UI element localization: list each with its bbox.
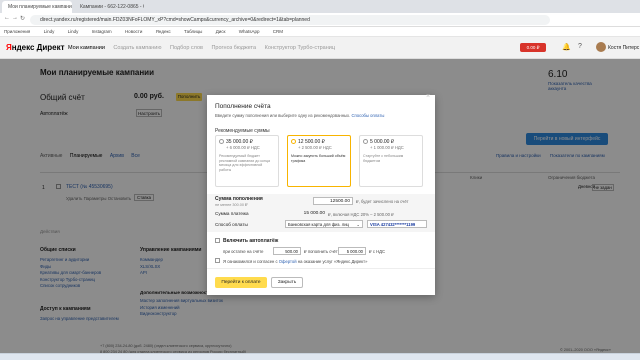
radio-icon — [363, 139, 368, 145]
os-taskbar — [0, 353, 640, 360]
autopay-min-input[interactable]: 500.00 — [273, 247, 301, 255]
payment-methods-link[interactable]: Способы оплаты — [351, 113, 384, 118]
autopay-amount-input[interactable]: 5 000.00 — [338, 247, 366, 255]
footer-divider — [207, 268, 435, 269]
pay-value: 15 000.00 — [303, 211, 325, 216]
reload-icon[interactable]: ↻ — [20, 15, 25, 22]
forward-icon[interactable]: → — [12, 15, 18, 21]
sum-hint: не менее 300.00 ₽ — [215, 203, 248, 207]
amount-card[interactable]: 5 000.00 ₽ + 1 000.00 ₽ НДС Стартуйте с … — [359, 135, 423, 187]
nav-my-campaigns[interactable]: Мои кампании — [68, 45, 105, 51]
bookmark[interactable]: Lindy — [44, 29, 55, 34]
topup-dialog: × Пополнение счёта Введите сумму пополне… — [207, 93, 435, 295]
offer-text: Я ознакомился и согласен с Офертой на ок… — [223, 259, 367, 264]
autopay-title: Включить автоплатёж — [223, 238, 279, 244]
subtitle-text: Введите сумму пополнения или выберите од… — [215, 113, 351, 118]
pay-label: Сумма платежа — [215, 211, 249, 216]
radio-selected-icon — [291, 139, 296, 145]
bookmark[interactable]: Приложения — [4, 29, 30, 34]
recommended-label: Рекомендуемые суммы — [215, 128, 270, 134]
bookmarks-bar: Приложения Lindy Lindy Instagram Новости… — [0, 27, 640, 37]
autopay-line: при остатке на счёте — [223, 249, 264, 254]
nav-keyword-tool[interactable]: Подбор слов — [170, 45, 203, 51]
method-select[interactable]: Банковская карта для физ. лиц ⌄ — [285, 220, 363, 228]
bookmark[interactable]: Таблицы — [184, 29, 202, 34]
radio-icon — [219, 139, 224, 145]
autopay-checkbox[interactable] — [215, 238, 220, 243]
method-value: Банковская карта для физ. лиц — [288, 222, 349, 227]
browser-tab-strip: Мои планируемые кампании Кампании - 662-… — [0, 0, 640, 13]
bell-icon[interactable]: 🔔 — [562, 43, 571, 51]
card-select[interactable]: VISA 427432*******1199 — [367, 220, 427, 228]
help-icon[interactable]: ? — [578, 43, 582, 50]
bookmark[interactable]: CRM — [273, 29, 283, 34]
nav-turbo-builder[interactable]: Конструктор Турбо-страниц — [265, 45, 335, 51]
offer-link[interactable]: Офертой — [279, 259, 297, 264]
sum-note: ₽, будет зачислено на счёт — [356, 199, 409, 204]
amount-card-selected[interactable]: 12 500.00 ₽ + 2 500.00 ₽ НДС Можно закуп… — [287, 135, 351, 187]
user-name[interactable]: Костя Питерс — [608, 45, 639, 51]
bookmark[interactable]: Lindy — [68, 29, 79, 34]
card-vat: + 6 000.00 ₽ НДС — [226, 145, 260, 150]
bookmark[interactable]: Новости — [125, 29, 142, 34]
close-icon[interactable]: × — [426, 93, 430, 100]
browser-tab-active[interactable]: Мои планируемые кампании — [2, 1, 72, 13]
yandex-direct-logo[interactable]: Яндекс Директ — [6, 43, 65, 52]
bookmark[interactable]: Яндекс — [156, 29, 171, 34]
main-nav: Мои кампании Создать кампанию Подбор сло… — [68, 45, 342, 51]
nav-create-campaign[interactable]: Создать кампанию — [113, 45, 161, 51]
proceed-to-payment-button[interactable]: Перейти к оплате — [215, 277, 267, 288]
bookmark[interactable]: Диск — [216, 29, 226, 34]
dialog-title: Пополнение счёта — [215, 103, 271, 110]
url-field[interactable]: direct.yandex.ru/registered/main.FDZ03NF… — [30, 15, 550, 25]
offer-checkbox[interactable] — [215, 258, 220, 263]
card-description: Стартуйте с небольшим бюджетом — [363, 154, 404, 163]
offer-suffix: на оказание услуг «Яндекс.Директ» — [297, 259, 368, 264]
browser-tab[interactable]: Кампании - 662-122-0865 - Go — [74, 1, 144, 13]
card-description: Рекомендуемый бюджет рекламной кампании … — [219, 154, 270, 172]
bookmark[interactable]: Instagram — [92, 29, 112, 34]
address-bar-row: ← → ↻ direct.yandex.ru/registered/main.F… — [0, 13, 640, 27]
card-value: VISA 427432*******1199 — [370, 222, 416, 227]
dialog-subtitle: Введите сумму пополнения или выберите од… — [215, 113, 384, 118]
back-icon[interactable]: ← — [4, 15, 10, 21]
avatar[interactable] — [596, 42, 606, 52]
chevron-down-icon: ⌄ — [356, 222, 360, 227]
close-button[interactable]: Закрыть — [271, 277, 303, 288]
balance-badge[interactable]: 0.00 ₽ — [520, 43, 546, 52]
card-vat: + 1 000.00 ₽ НДС — [370, 145, 404, 150]
app-header: Яндекс Директ Мои кампании Создать кампа… — [0, 37, 640, 59]
card-vat: + 2 500.00 ₽ НДС — [298, 145, 332, 150]
amount-card[interactable]: 35 000.00 ₽ + 6 000.00 ₽ НДС Рекомендуем… — [215, 135, 279, 187]
pay-note: ₽, включая НДС 20% – 2 500.00 ₽ — [328, 212, 394, 217]
method-label: Способ оплаты — [215, 222, 248, 227]
card-description: Можно закупить больший объём трафика — [291, 154, 346, 163]
nav-budget-forecast[interactable]: Прогноз бюджета — [211, 45, 256, 51]
bookmark[interactable]: WhatsApp — [239, 29, 260, 34]
logo-text: ндекс Директ — [11, 43, 65, 52]
sum-input[interactable]: 12500.00 — [313, 197, 353, 205]
offer-prefix: Я ознакомился и согласен с — [223, 259, 278, 264]
autopay-tail: ₽ с НДС — [369, 249, 385, 254]
